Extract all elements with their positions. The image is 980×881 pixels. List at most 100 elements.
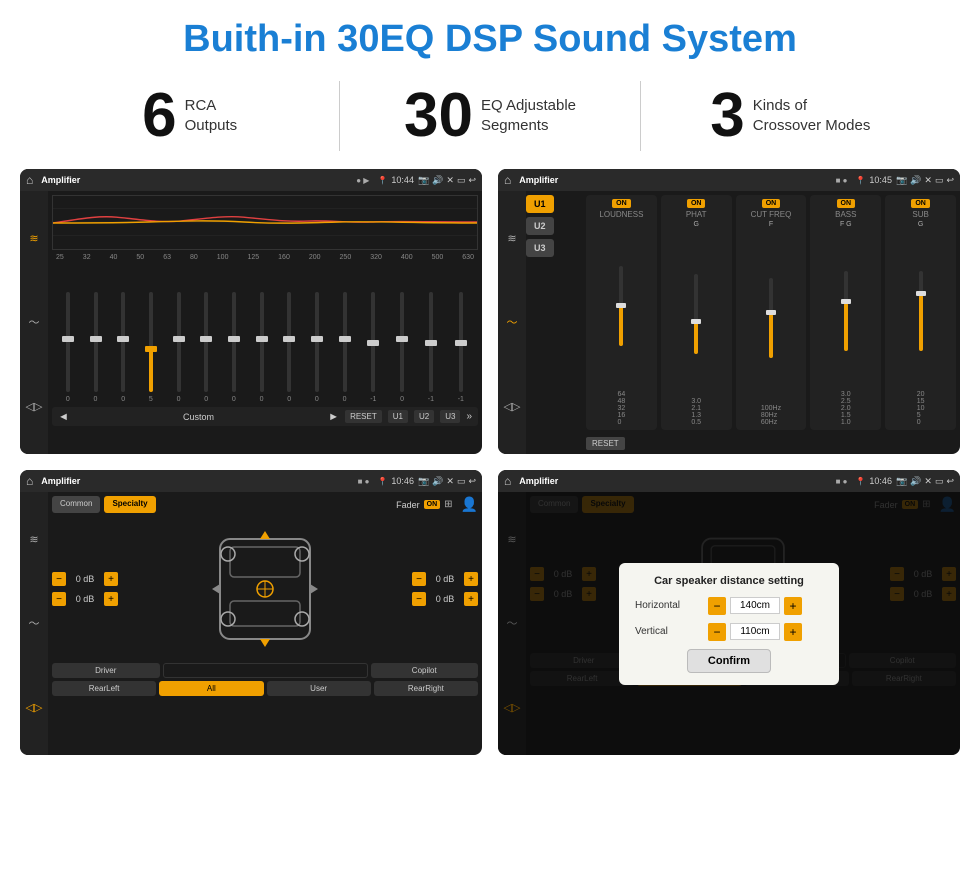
loudness-on-badge[interactable]: ON [612,199,631,208]
bass-on-badge[interactable]: ON [837,199,856,208]
reset-button-eq[interactable]: RESET [345,410,382,423]
eq-slider-2[interactable]: 0 [121,263,125,403]
tab-specialty[interactable]: Specialty [104,496,155,513]
btn-rearright[interactable]: RearRight [374,681,478,696]
eq-icon[interactable]: ≋ [29,232,38,245]
btn-copilot[interactable]: Copilot [371,663,479,678]
db-minus-fr[interactable]: − [412,572,426,586]
window-icon-1[interactable]: ▭ [457,175,466,186]
btn-rearleft[interactable]: RearLeft [52,681,156,696]
db-minus-fl[interactable]: − [52,572,66,586]
db-val-rr: 0 dB [430,594,460,604]
eq-slider-7[interactable]: 0 [260,263,264,403]
loudness-slider[interactable] [619,221,623,391]
close-icon-4[interactable]: ✕ [924,476,932,487]
eq-slider-6[interactable]: 0 [232,263,236,403]
home-icon-2[interactable]: ⌂ [504,173,511,187]
expand-icon[interactable]: » [466,411,472,422]
horizontal-plus-btn[interactable]: + [784,597,802,615]
speaker-icon-2[interactable]: ◁▷ [504,400,521,413]
eq-icon-3[interactable]: ≋ [29,533,38,546]
eq-slider-13[interactable]: -1 [428,263,434,403]
eq-freq-labels: 253240506380100125160200250320400500630 [52,254,478,261]
loudness-scale: 644832160 [618,391,626,426]
left-sidebar-speaker: ≋ 〜 ◁▷ [20,492,48,755]
horizontal-label: Horizontal [635,600,700,611]
u3-select-btn[interactable]: U3 [526,239,554,257]
sub-on-badge[interactable]: ON [911,199,930,208]
eq-slider-9[interactable]: 0 [315,263,319,403]
eq-slider-12[interactable]: 0 [400,263,404,403]
db-minus-rl[interactable]: − [52,592,66,606]
tab-common[interactable]: Common [52,496,100,513]
eq-slider-0[interactable]: 0 [66,263,70,403]
window-icon-3[interactable]: ▭ [457,476,466,487]
u2-button[interactable]: U2 [414,410,434,423]
horizontal-minus-btn[interactable]: − [708,597,726,615]
eq-slider-10[interactable]: 0 [343,263,347,403]
eq-slider-4[interactable]: 0 [177,263,181,403]
home-icon-4[interactable]: ⌂ [504,474,511,488]
eq-icon-2[interactable]: ≋ [507,232,516,245]
reset-button-crossover[interactable]: RESET [586,437,625,450]
window-icon-4[interactable]: ▭ [935,476,944,487]
back-icon-3[interactable]: ↩ [468,476,476,487]
home-icon[interactable]: ⌂ [26,173,33,187]
u3-button[interactable]: U3 [440,410,460,423]
confirm-button[interactable]: Confirm [687,649,771,673]
pin-icon-3: 📍 [377,477,387,486]
fader-label: Fader [396,500,420,510]
eq-slider-3[interactable]: 5 [149,263,153,403]
u1-button[interactable]: U1 [388,410,408,423]
fader-on-badge[interactable]: ON [424,500,441,509]
wave-icon[interactable]: 〜 [29,314,40,330]
close-icon-2[interactable]: ✕ [924,175,932,186]
horizontal-stepper[interactable]: − 140cm + [708,597,802,615]
eq-slider-1[interactable]: 0 [94,263,98,403]
sub-slider[interactable] [919,230,923,391]
vertical-stepper[interactable]: − 110cm + [708,623,802,641]
bass-slider[interactable] [844,230,848,391]
vertical-plus-btn[interactable]: + [784,623,802,641]
wave-icon-2[interactable]: 〜 [507,314,518,330]
wave-icon-3[interactable]: 〜 [29,615,40,631]
u2-select-btn[interactable]: U2 [526,217,554,235]
close-icon-3[interactable]: ✕ [446,476,454,487]
eq-slider-5[interactable]: 0 [204,263,208,403]
channel-sub: ON SUB G 20151050 [885,195,956,430]
back-icon-4[interactable]: ↩ [946,476,954,487]
next-icon[interactable]: ► [328,411,339,423]
db-plus-fr[interactable]: + [464,572,478,586]
u1-select-btn[interactable]: U1 [526,195,554,213]
person-icon[interactable]: 👤 [461,496,478,513]
cutfreq-slider-1[interactable] [769,230,773,405]
db-plus-rr[interactable]: + [464,592,478,606]
btn-driver[interactable]: Driver [52,663,160,678]
btn-user[interactable]: User [267,681,371,696]
vertical-minus-btn[interactable]: − [708,623,726,641]
dot-icon-2: ■ ● [836,176,848,185]
close-icon-1[interactable]: ✕ [446,175,454,186]
prev-icon[interactable]: ◄ [58,411,69,423]
phat-scale: 3.02.11.30.5 [691,398,701,426]
db-plus-fl[interactable]: + [104,572,118,586]
back-icon-2[interactable]: ↩ [946,175,954,186]
db-minus-rr[interactable]: − [412,592,426,606]
speaker-position-buttons-2: RearLeft All User RearRight [52,681,478,696]
btn-all[interactable]: All [159,681,263,696]
back-icon-1[interactable]: ↩ [468,175,476,186]
bass-scale: 3.02.52.01.51.0 [841,391,851,426]
bass-label: BASS [835,210,856,219]
eq-slider-14[interactable]: -1 [458,263,464,403]
speaker-icon-3[interactable]: ◁▷ [26,701,43,714]
phat-on-badge[interactable]: ON [687,199,706,208]
window-icon-2[interactable]: ▭ [935,175,944,186]
fader-sliders-icon[interactable]: ⊞ [444,499,452,510]
home-icon-3[interactable]: ⌂ [26,474,33,488]
db-plus-rl[interactable]: + [104,592,118,606]
eq-slider-8[interactable]: 0 [287,263,291,403]
eq-slider-11[interactable]: -1 [370,263,376,403]
cutfreq-on-badge[interactable]: ON [762,199,781,208]
phat-slider[interactable] [694,230,698,398]
speaker-icon[interactable]: ◁▷ [26,400,43,413]
